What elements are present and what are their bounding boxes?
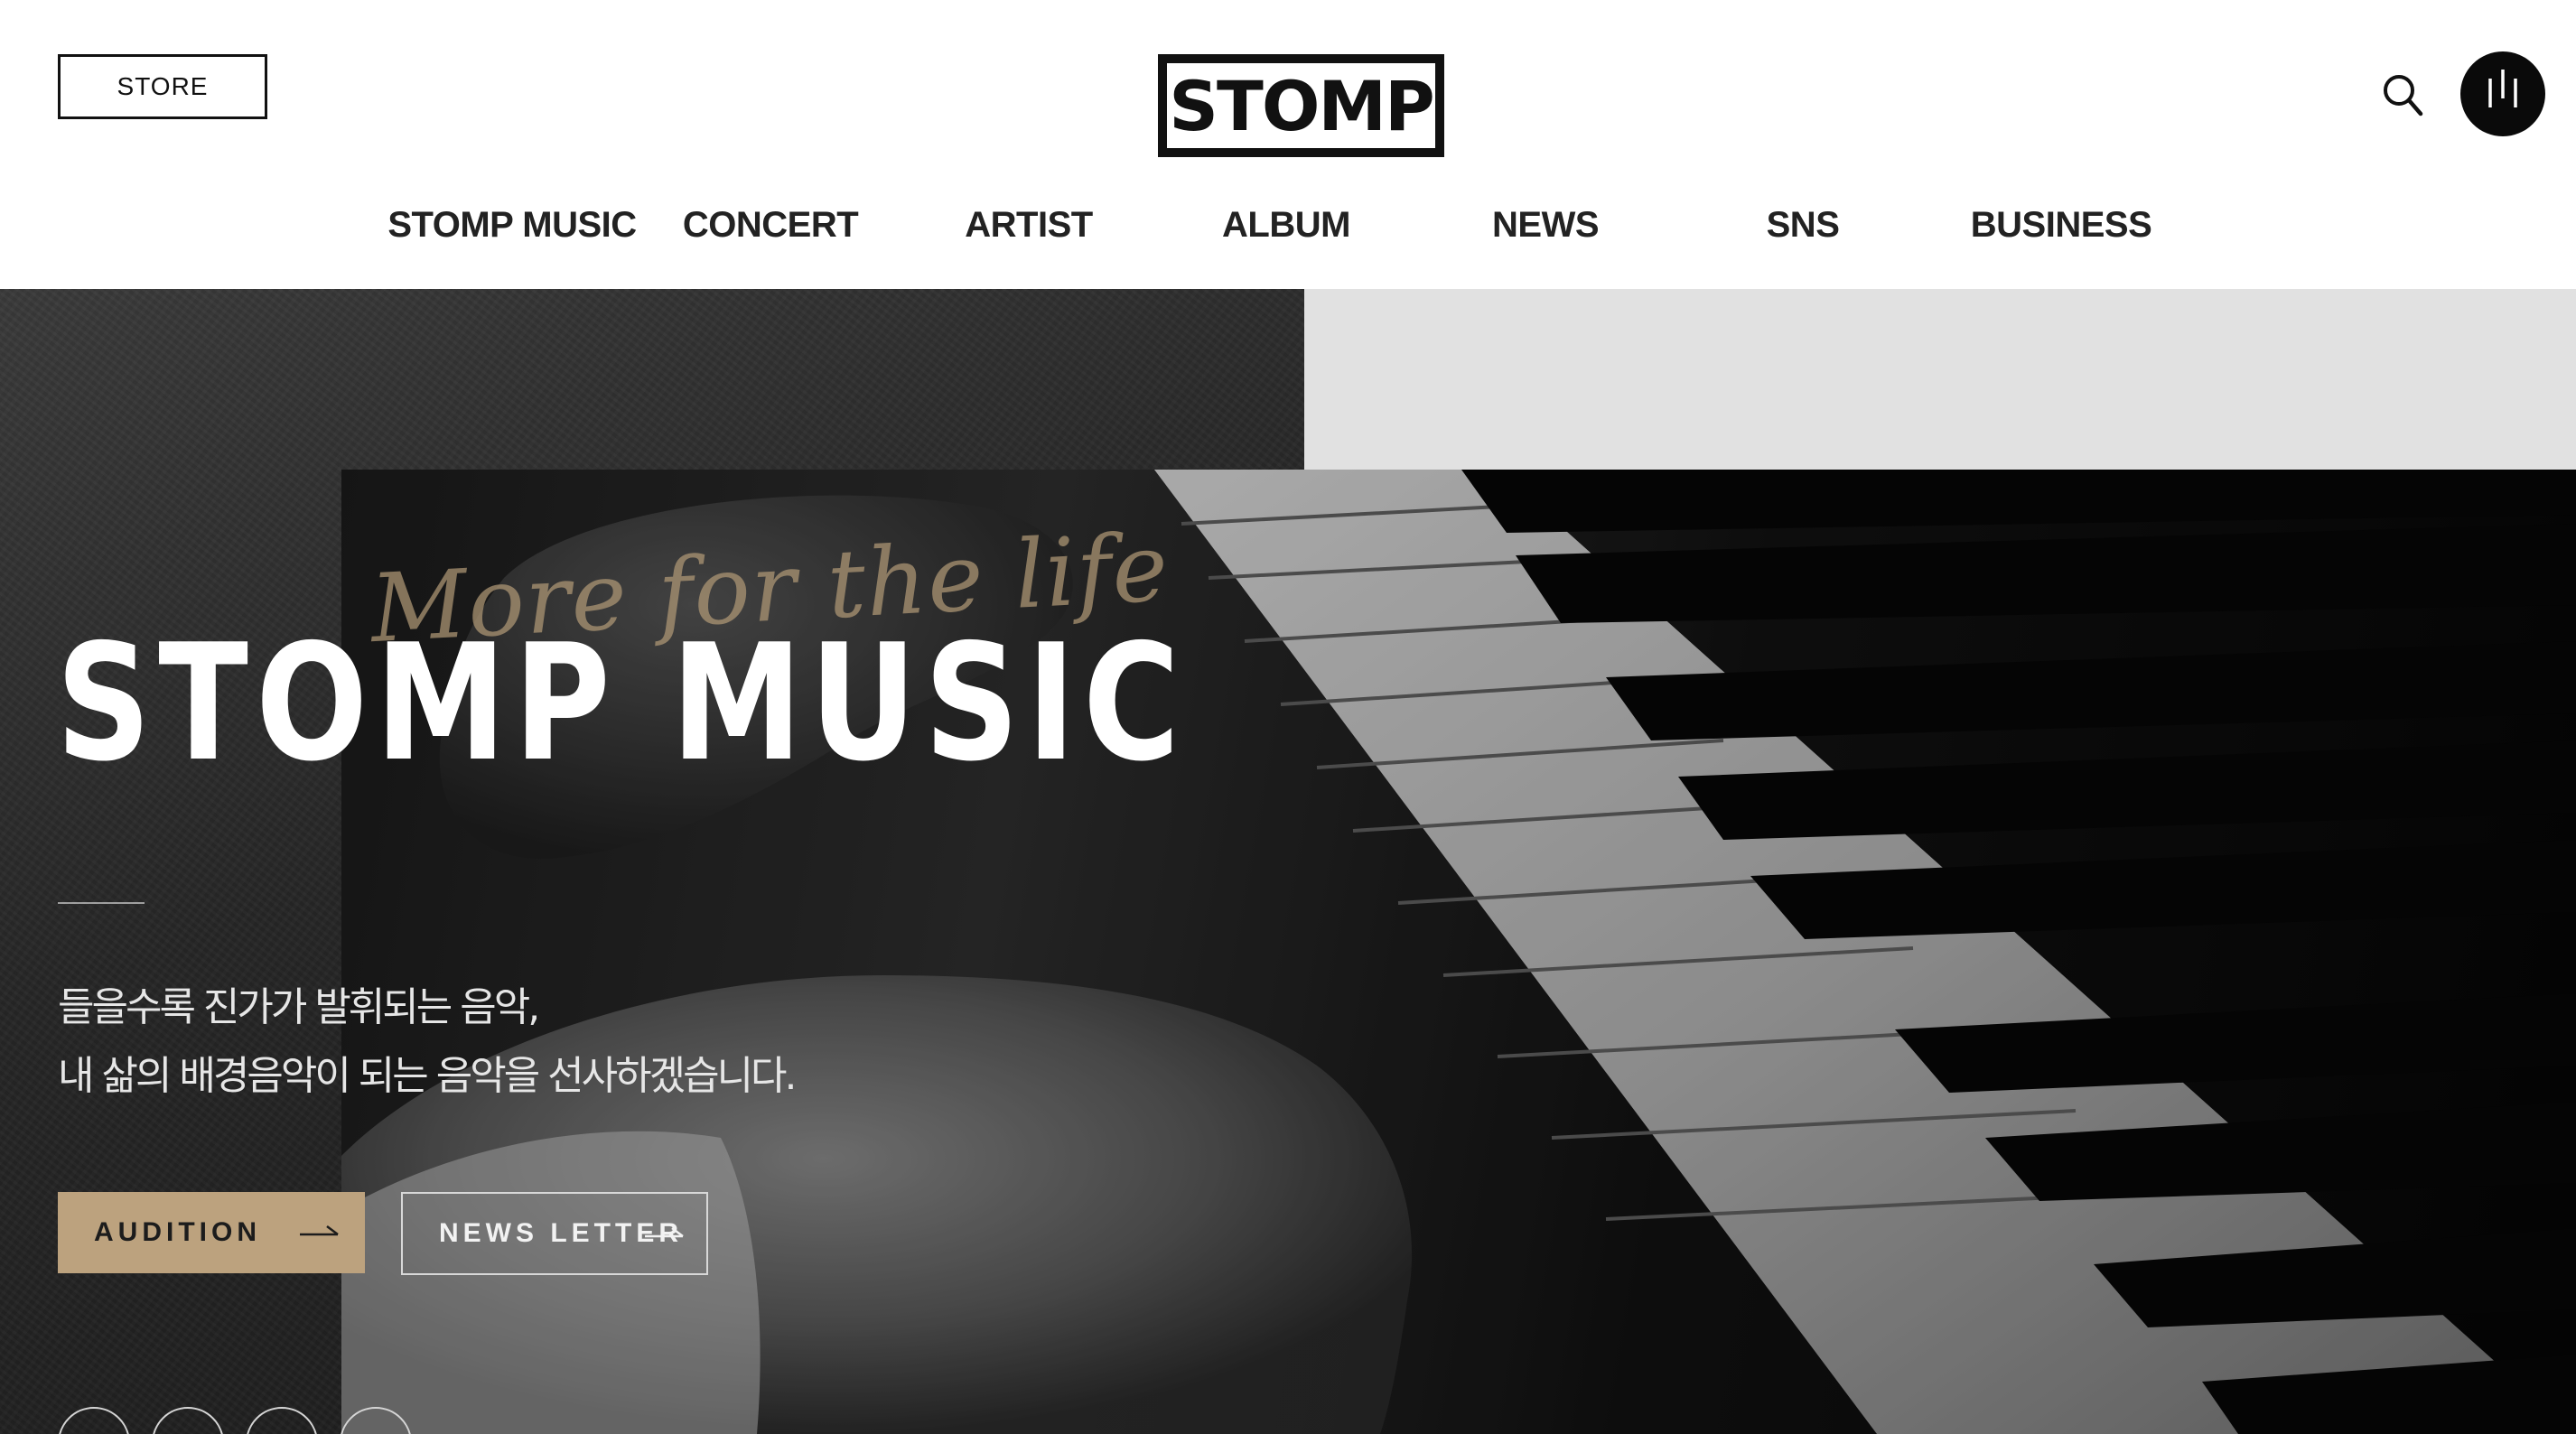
nav-item-business[interactable]: BUSINESS: [1971, 193, 2152, 256]
main-nav: STOMP MUSIC CONCERT ARTIST ALBUM NEWS SN…: [0, 193, 2576, 256]
nav-item-sns[interactable]: SNS: [1767, 193, 1840, 256]
hero-section: More for the life STOMP MUSIC 들을수록 진가가 발…: [0, 289, 2576, 1434]
audition-button-label: AUDITION: [94, 1217, 261, 1247]
store-button-label: STORE: [117, 72, 209, 100]
hero-description-line-2: 내 삶의 배경음악이 되는 음악을 선사하겠습니다.: [58, 1053, 798, 1099]
nav-item-news[interactable]: NEWS: [1492, 193, 1600, 256]
logo-text: STOMP: [1169, 65, 1435, 146]
hero-divider: [58, 902, 145, 904]
hero-description-line-1: 들을수록 진가가 발휘되는 음악,: [58, 984, 540, 1030]
nav-item-stomp-music[interactable]: STOMP MUSIC: [387, 193, 637, 256]
search-icon[interactable]: [2381, 72, 2424, 119]
arrow-right-icon: [645, 1227, 684, 1238]
menu-button[interactable]: [2460, 51, 2545, 136]
menu-bars-icon: [2488, 70, 2517, 107]
audition-button[interactable]: AUDITION: [58, 1192, 365, 1273]
arrow-right-icon: [300, 1225, 339, 1236]
nav-item-artist[interactable]: ARTIST: [965, 193, 1093, 256]
hero-title: STOMP MUSIC: [56, 610, 1188, 796]
nav-item-album[interactable]: ALBUM: [1222, 193, 1350, 256]
stomp-logo[interactable]: STOMP: [1158, 54, 1444, 157]
nav-item-concert[interactable]: CONCERT: [683, 193, 859, 256]
site-header: STORE STOMP STOMP MUSIC CONCERT ARTIST A…: [0, 0, 2576, 289]
newsletter-button[interactable]: NEWS LETTER: [401, 1192, 708, 1275]
hero-grey-panel: [1304, 289, 2576, 470]
store-button[interactable]: STORE: [58, 54, 267, 119]
